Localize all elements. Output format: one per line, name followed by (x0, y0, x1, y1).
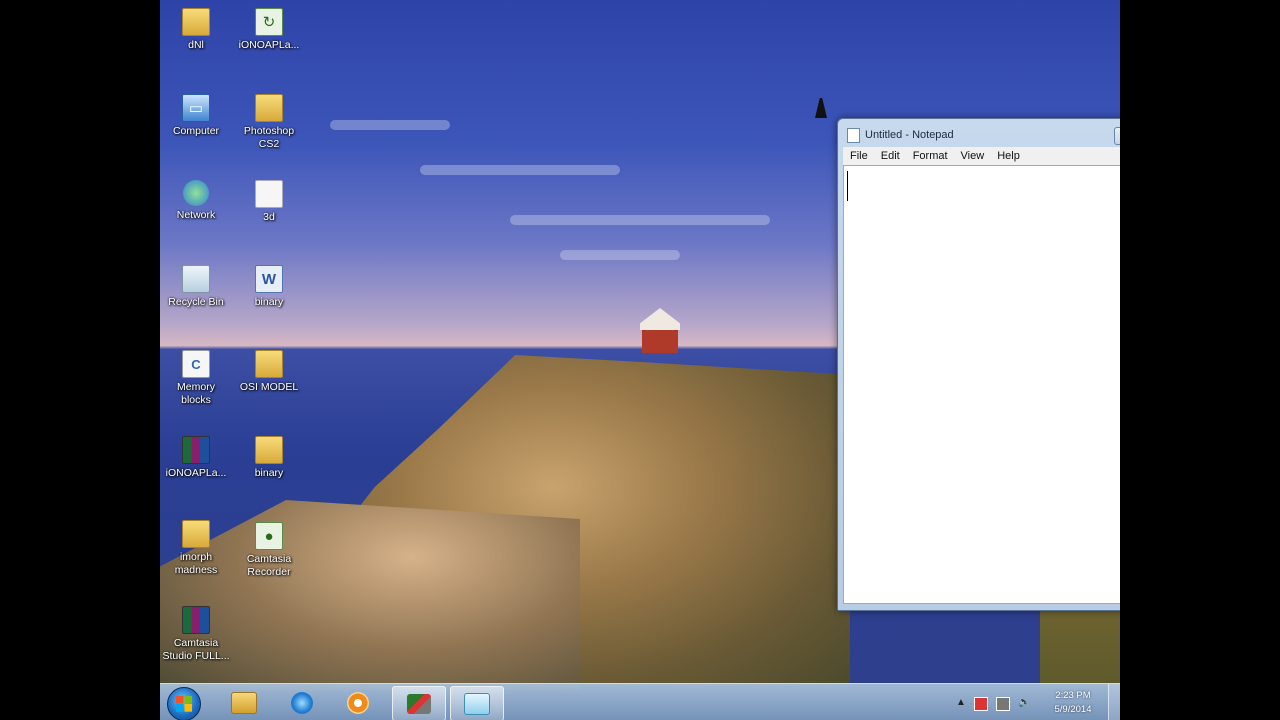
menu-view[interactable]: View (954, 147, 991, 165)
camtasia-recorder-icon: ● (255, 522, 283, 550)
desktop-icon-recycle-bin[interactable]: Recycle Bin (160, 265, 232, 309)
start-button[interactable] (167, 687, 201, 720)
volume-icon[interactable]: 🔈 (1018, 697, 1030, 708)
action-center-icon[interactable] (974, 697, 988, 711)
notepad-icon (464, 692, 490, 715)
media-player-icon (347, 691, 369, 714)
document-icon (255, 180, 283, 208)
desktop-icon[interactable]: ● Camtasia Recorder (233, 522, 305, 579)
desktop-icon-label: Camtasia Studio FULL... (162, 637, 230, 662)
wallpaper-cloud (420, 165, 620, 175)
wallpaper-bell (815, 98, 827, 118)
taskbar-notepad-button[interactable] (450, 686, 504, 720)
menu-help[interactable]: Help (990, 147, 1026, 165)
wallpaper-cloud (560, 250, 680, 260)
window-title: Untitled - Notepad (865, 129, 954, 141)
internet-explorer-icon (291, 691, 313, 714)
taskbar-explorer-button[interactable] (218, 686, 270, 719)
desktop-icon-computer[interactable]: ▭ Computer (160, 94, 232, 138)
desktop-icon[interactable]: binary (233, 436, 305, 480)
folder-icon (182, 520, 210, 548)
menu-file[interactable]: File (843, 147, 874, 165)
taskbar-media-player-button[interactable] (332, 686, 384, 719)
show-desktop-button[interactable] (1108, 684, 1120, 720)
recycle-bin-icon (182, 265, 210, 293)
title-bar[interactable]: Untitled - Notepad ▭ ▭ ✕ (838, 119, 1120, 149)
text-editor-area[interactable] (843, 165, 1120, 604)
desktop-icon-label: Recycle Bin (168, 296, 224, 308)
folder-icon (255, 94, 283, 122)
folder-icon (182, 8, 210, 36)
app-icon: ↻ (255, 8, 283, 36)
desktop-icon-label: Computer (172, 125, 220, 137)
camtasia-icon (407, 693, 431, 714)
network-icon (183, 180, 209, 206)
wallpaper-cloud (510, 215, 770, 225)
desktop[interactable]: dNl ↻ iONOAPLa... ▭ Computer Photoshop C… (160, 0, 1120, 720)
desktop-icon[interactable]: Photoshop CS2 (233, 94, 305, 151)
show-hidden-icons-button[interactable]: ▲ (956, 697, 966, 708)
computer-icon: ▭ (182, 94, 210, 122)
desktop-icon-label: dNl (188, 39, 204, 51)
folder-icon (231, 691, 257, 714)
desktop-icon-label: Network (176, 209, 216, 221)
menu-format[interactable]: Format (906, 147, 954, 165)
taskbar: ▲ 🔈 2:23 PM 5/9/2014 (160, 683, 1120, 720)
menu-bar: File Edit Format View Help (843, 147, 1120, 165)
folder-icon (255, 436, 283, 464)
desktop-icon-label: iONOAPLa... (165, 467, 227, 479)
desktop-icon[interactable]: imorph madness (160, 520, 232, 577)
text-caret (847, 171, 848, 201)
wallpaper-cloud (330, 120, 450, 130)
taskbar-internet-explorer-button[interactable] (276, 686, 328, 719)
desktop-icon-label: iONOAPLa... (238, 39, 300, 51)
folder-icon (255, 350, 283, 378)
desktop-icon[interactable]: dNl (160, 8, 232, 52)
desktop-icon-label: imorph madness (174, 551, 218, 576)
desktop-icon-label: binary (254, 467, 284, 479)
minimize-button[interactable]: ▭ (1114, 127, 1120, 145)
desktop-icon-label: OSI MODEL (239, 381, 299, 393)
clock[interactable]: 2:23 PM 5/9/2014 (1047, 689, 1099, 717)
desktop-icon[interactable]: OSI MODEL (233, 350, 305, 394)
desktop-icon[interactable]: iONOAPLa... (160, 436, 232, 480)
desktop-icon-label: Camtasia Recorder (246, 553, 292, 578)
desktop-icon-label: Memory blocks (177, 381, 215, 406)
desktop-icon-label: 3d (263, 211, 275, 223)
clock-time: 2:23 PM (1055, 690, 1091, 701)
desktop-icon[interactable]: W binary (233, 265, 305, 309)
desktop-icon[interactable]: C Memory blocks (160, 350, 232, 407)
desktop-icon[interactable]: 3d (233, 180, 305, 224)
archive-icon (182, 606, 210, 634)
desktop-icon-label: binary (254, 296, 284, 308)
desktop-icon[interactable]: Camtasia Studio FULL... (160, 606, 232, 663)
wallpaper-house (640, 308, 680, 353)
notepad-window[interactable]: Untitled - Notepad ▭ ▭ ✕ File Edit Forma… (837, 118, 1120, 611)
archive-icon (182, 436, 210, 464)
desktop-icon[interactable]: ↻ iONOAPLa... (233, 8, 305, 52)
menu-edit[interactable]: Edit (874, 147, 906, 165)
windows-logo-icon (176, 696, 192, 712)
notepad-app-icon (847, 128, 860, 143)
desktop-icon-network[interactable]: Network (160, 180, 232, 222)
network-status-icon[interactable] (996, 697, 1010, 711)
clock-date: 5/9/2014 (1054, 704, 1092, 715)
word-document-icon: W (255, 265, 283, 293)
c-source-file-icon: C (182, 350, 210, 378)
taskbar-camtasia-button[interactable] (392, 686, 446, 720)
desktop-icon-label: Photoshop CS2 (243, 125, 295, 150)
